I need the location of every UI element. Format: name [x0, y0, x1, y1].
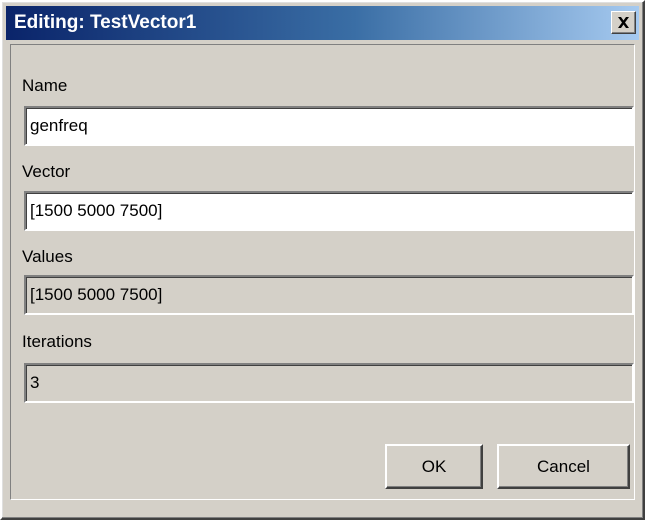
ok-button[interactable]: OK — [385, 444, 483, 489]
iterations-value: 3 — [30, 373, 40, 392]
cancel-button[interactable]: Cancel — [497, 444, 630, 489]
iterations-field: 3 — [24, 363, 634, 403]
values-value: [1500 5000 7500] — [30, 285, 163, 304]
name-label: Name — [22, 76, 68, 95]
values-field: [1500 5000 7500] — [24, 275, 634, 315]
vector-input[interactable] — [24, 191, 634, 231]
window-title: Editing: TestVector1 — [14, 12, 197, 33]
close-button[interactable] — [611, 11, 636, 34]
dialog-window: Editing: TestVector1 Name Vector Values … — [0, 0, 645, 520]
close-icon — [618, 17, 629, 28]
iterations-label: Iterations — [22, 332, 92, 351]
name-input[interactable] — [24, 106, 634, 146]
vector-label: Vector — [22, 162, 71, 181]
values-label: Values — [22, 247, 73, 266]
title-bar[interactable]: Editing: TestVector1 — [6, 6, 639, 40]
